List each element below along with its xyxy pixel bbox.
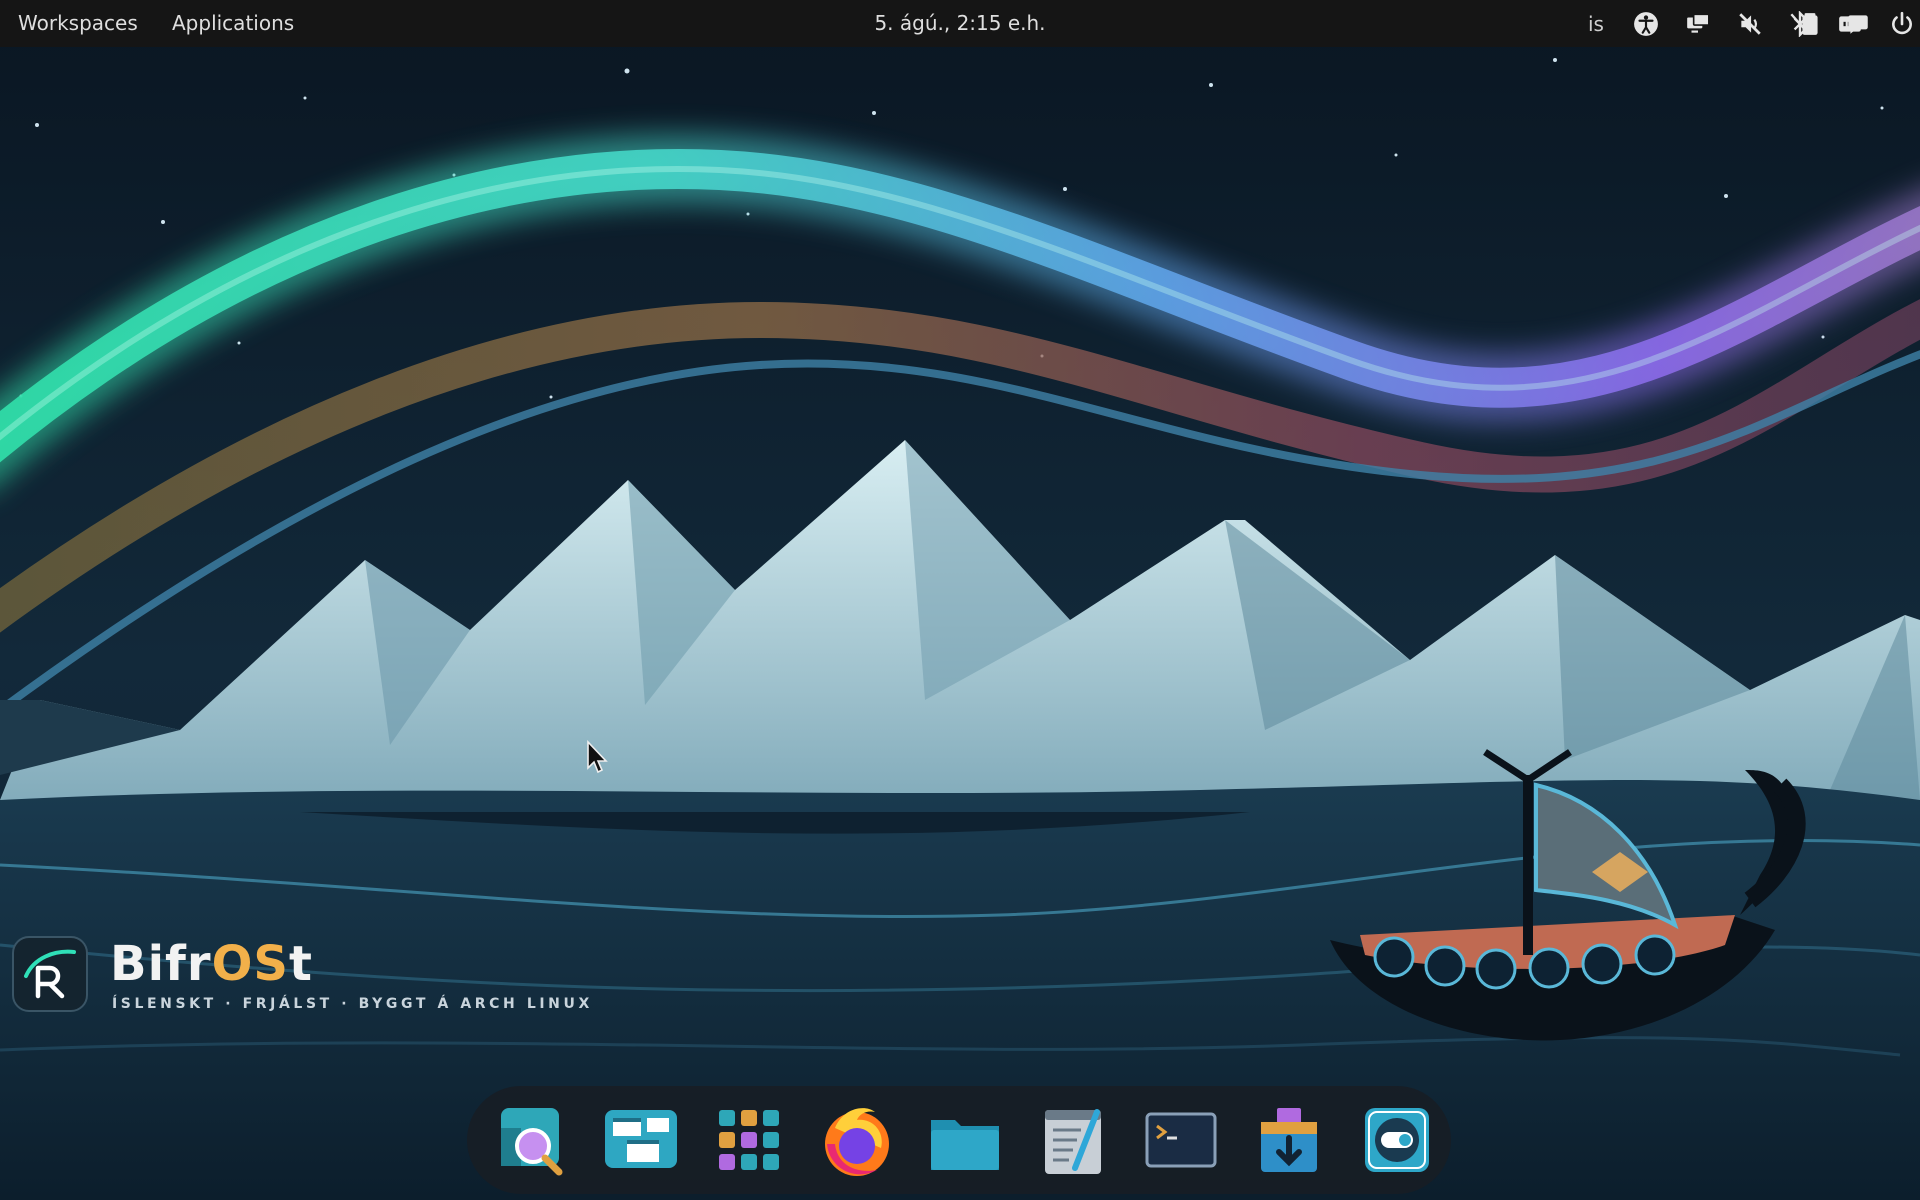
files-icon[interactable] <box>923 1098 1007 1182</box>
system-status-area <box>1790 0 1920 47</box>
distro-name-suffix: t <box>288 936 313 992</box>
battery-icon[interactable] <box>1790 0 1830 47</box>
settings-toggle-icon[interactable] <box>1355 1098 1439 1182</box>
applications-menu-button[interactable]: Applications <box>154 0 312 47</box>
firefox-icon[interactable] <box>815 1098 899 1182</box>
dock <box>467 1086 1451 1194</box>
distro-name-highlight: OS <box>211 936 289 992</box>
software-installer-icon[interactable] <box>1247 1098 1331 1182</box>
distro-branding: BifrOSt ÍSLENSKT · FRJÁLST · BYGGT Á ARC… <box>12 936 589 1016</box>
accessibility-icon[interactable] <box>1624 0 1668 47</box>
volume-muted-icon[interactable] <box>1728 0 1772 47</box>
workspaces-menu-button[interactable]: Workspaces <box>0 0 156 47</box>
terminal-icon[interactable] <box>1139 1098 1223 1182</box>
clock-button[interactable]: 5. ágú., 2:15 e.h. <box>874 11 1045 35</box>
bifrost-logo-icon <box>12 936 88 1012</box>
text-editor-icon[interactable] <box>1031 1098 1115 1182</box>
distro-name: BifrOSt <box>110 936 313 992</box>
window-overview-app-icon[interactable] <box>599 1098 683 1182</box>
power-icon[interactable] <box>1882 0 1920 47</box>
search-app-icon[interactable] <box>491 1098 575 1182</box>
notifications-icon[interactable] <box>1838 0 1878 47</box>
distro-tagline: ÍSLENSKT · FRJÁLST · BYGGT Á ARCH LINUX <box>112 996 593 1012</box>
display-icon[interactable] <box>1676 0 1720 47</box>
distro-name-prefix: Bifr <box>110 936 212 992</box>
app-grid-icon[interactable] <box>707 1098 791 1182</box>
keyboard-layout-indicator[interactable]: is <box>1574 0 1618 47</box>
desktop-wallpaper <box>0 0 1920 1200</box>
top-bar: Workspaces Applications 5. ágú., 2:15 e.… <box>0 0 1920 47</box>
